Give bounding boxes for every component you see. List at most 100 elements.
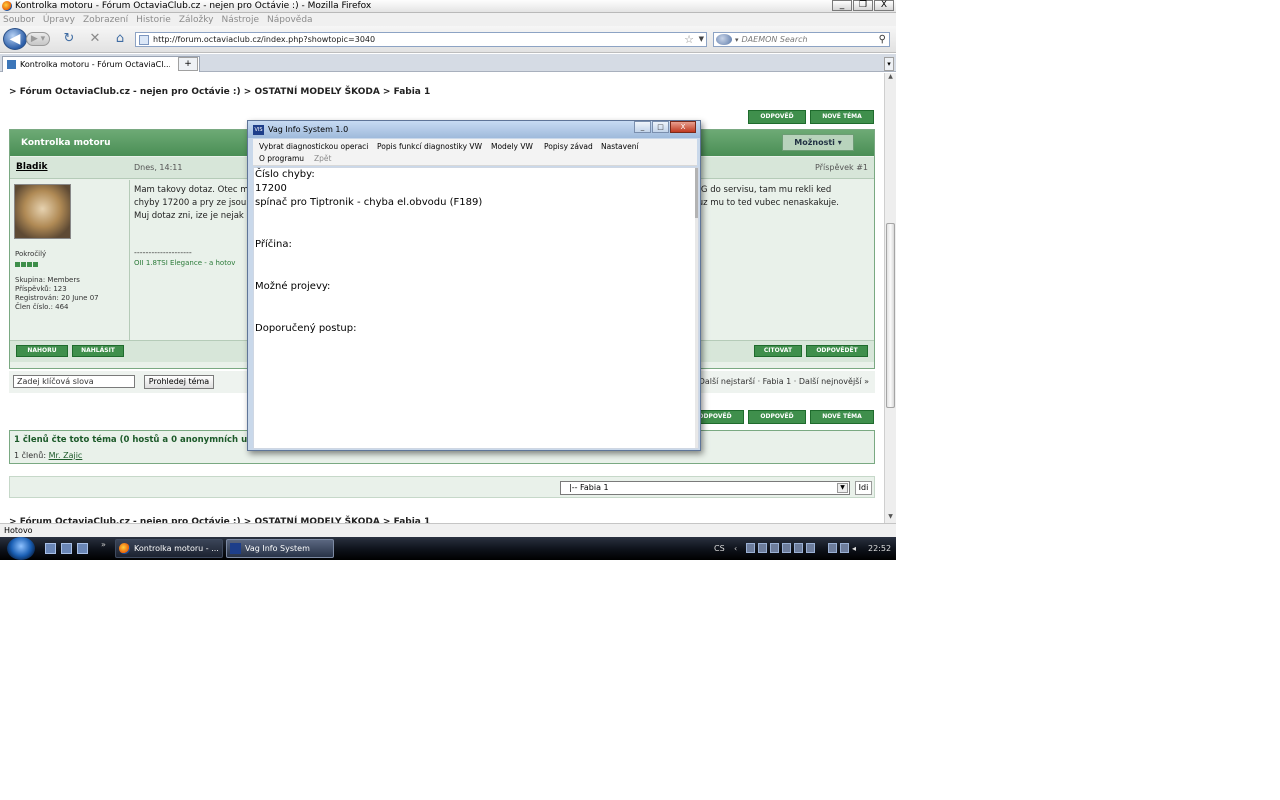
vag-menu-back[interactable]: Zpět	[314, 154, 331, 163]
send-reply-button[interactable]: ODPOVĚDĚT	[806, 345, 868, 357]
tab-bar: Kontrolka motoru - Fórum OctaviaCl... + …	[0, 54, 896, 72]
vag-menu-about[interactable]: O programu	[259, 154, 304, 163]
tray-icon[interactable]	[806, 543, 815, 553]
vag-minimize-button[interactable]: _	[634, 121, 651, 133]
network-icon[interactable]	[828, 543, 837, 553]
search-topic-button[interactable]: Prohledej téma	[144, 375, 214, 389]
quick-launch-more-icon[interactable]: »	[101, 540, 106, 549]
vag-menu-fault-descriptions[interactable]: Popisy závad	[544, 142, 593, 151]
top-button[interactable]: NAHORU	[16, 345, 68, 357]
report-button[interactable]: NAHLÁSIT	[72, 345, 124, 357]
language-indicator[interactable]: CS	[714, 540, 725, 557]
quick-launch-icon[interactable]	[77, 543, 88, 554]
url-dropdown-icon[interactable]: ▼	[699, 33, 704, 46]
tray-icon[interactable]	[794, 543, 803, 553]
vag-title-bar[interactable]: VIS Vag Info System 1.0 _ □ X	[248, 121, 700, 138]
show-desktop-icon[interactable]	[45, 543, 56, 554]
breadcrumb-path[interactable]: Fórum OctaviaClub.cz - nejen pro Octávie…	[20, 87, 431, 97]
quick-launch-icon[interactable]	[61, 543, 72, 554]
home-icon[interactable]: ⌂	[112, 32, 128, 48]
address-bar[interactable]: http://forum.octaviaclub.cz/index.php?sh…	[135, 32, 707, 47]
forum-jump-select[interactable]: |-- Fabia 1 ▼	[560, 481, 850, 495]
vag-menu-select-operation[interactable]: Vybrat diagnostickou operaci	[259, 142, 368, 151]
scroll-up-icon[interactable]: ▲	[885, 73, 896, 83]
menu-edit[interactable]: Úpravy	[43, 15, 75, 25]
tab-list-dropdown-icon[interactable]: ▾	[884, 57, 894, 71]
vag-menu-settings[interactable]: Nastavení	[601, 142, 639, 151]
taskbar-vag-button[interactable]: Vag Info System	[226, 539, 334, 558]
new-topic-button-bottom[interactable]: NOVÉ TÉMA	[810, 410, 874, 424]
vag-app-icon: VIS	[253, 124, 264, 135]
vag-maximize-button[interactable]: □	[652, 121, 669, 133]
taskbar-firefox-button[interactable]: Kontrolka motoru - ...	[115, 539, 223, 558]
site-favicon-icon	[139, 34, 149, 45]
go-button[interactable]: Idi	[855, 481, 872, 495]
bookmark-star-icon[interactable]: ☆	[684, 33, 694, 46]
vag-window-controls: _ □ X	[634, 121, 696, 133]
author-sidebar: Pokročilý Skupina: Members Příspěvků: 12…	[10, 180, 130, 340]
new-tab-button[interactable]: +	[178, 57, 198, 71]
tray-icon[interactable]	[782, 543, 791, 553]
page-scrollbar[interactable]: ▲ ▼	[884, 73, 896, 523]
keywords-input[interactable]: Zadej klíčová slova	[13, 375, 135, 388]
menu-bookmarks[interactable]: Záložky	[179, 15, 214, 25]
post-date: Dnes, 14:11	[134, 163, 183, 172]
options-button[interactable]: Možnosti ▾	[782, 134, 854, 151]
fault-code: 17200	[255, 183, 287, 194]
system-tray: CS ‹ ◂ 22:52	[710, 540, 896, 557]
vag-menu-models[interactable]: Modely VW	[491, 142, 533, 151]
reader-link[interactable]: Mr. Zajic	[49, 451, 83, 460]
vag-fault-detail: Číslo chyby: 17200 spínač pro Tiptronik …	[253, 167, 699, 449]
vag-scrollbar[interactable]	[695, 168, 698, 448]
quote-button[interactable]: CITOVAT	[754, 345, 802, 357]
engine-dropdown-icon[interactable]: ▾	[735, 36, 739, 44]
minimize-button[interactable]: _	[832, 0, 852, 11]
back-button[interactable]: ◀	[3, 28, 27, 50]
menu-history[interactable]: Historie	[136, 15, 171, 25]
menu-help[interactable]: Nápověda	[267, 15, 313, 25]
readers-members: 1 členů: Mr. Zajic	[14, 451, 82, 460]
tab-favicon-icon	[7, 60, 16, 69]
reply-button-top[interactable]: ODPOVĚĎ	[748, 110, 806, 124]
search-engine-icon[interactable]	[716, 34, 732, 45]
tray-expand-icon[interactable]: ‹	[734, 540, 737, 557]
chevron-down-icon[interactable]: ▼	[837, 483, 848, 493]
fault-symptoms-label: Možné projevy:	[255, 281, 331, 292]
taskbar: » Kontrolka motoru - ... Vag Info System…	[0, 537, 896, 560]
taskbar-firefox-label: Kontrolka motoru - ...	[134, 544, 219, 553]
browser-menu-bar: Soubor Úpravy Zobrazení Historie Záložky…	[0, 13, 896, 26]
restore-button[interactable]: ❐	[853, 0, 873, 11]
search-bar[interactable]: ▾ DAEMON Search ⚲	[713, 32, 890, 47]
reply-button-bottom[interactable]: ODPOVĚĎ	[748, 410, 806, 424]
user-rank: Pokročilý	[15, 250, 47, 258]
vag-menu-function-description[interactable]: Popis funkcí diagnostiky VW	[377, 142, 482, 151]
search-placeholder: DAEMON Search	[741, 35, 808, 44]
scrollbar-thumb[interactable]	[886, 223, 895, 408]
menu-view[interactable]: Zobrazení	[83, 15, 128, 25]
menu-tools[interactable]: Nástroje	[221, 15, 259, 25]
scroll-down-icon[interactable]: ▼	[885, 513, 896, 523]
forward-button[interactable]: ▶ ▾	[26, 32, 50, 46]
post-number[interactable]: Příspěvek #1	[815, 163, 868, 172]
post-author[interactable]: Bladik	[16, 162, 48, 172]
volume-icon[interactable]: ◂	[852, 540, 856, 557]
avatar	[14, 184, 71, 239]
new-topic-button-top[interactable]: NOVÉ TÉMA	[810, 110, 874, 124]
vag-close-button[interactable]: X	[670, 121, 696, 133]
vag-scrollbar-thumb[interactable]	[695, 168, 698, 218]
start-button[interactable]	[7, 537, 35, 560]
topic-navigation-links[interactable]: Další nejstarší · Fabia 1 · Další nejnov…	[699, 377, 869, 386]
tray-icon[interactable]	[770, 543, 779, 553]
close-button[interactable]: X	[874, 0, 894, 11]
tray-icon[interactable]	[758, 543, 767, 553]
tab-kontrolka-motoru[interactable]: Kontrolka motoru - Fórum OctaviaCl...	[2, 56, 200, 72]
menu-file[interactable]: Soubor	[3, 15, 35, 25]
fault-code-label: Číslo chyby:	[255, 169, 315, 180]
stop-icon[interactable]: ✕	[87, 32, 103, 48]
reload-icon[interactable]: ↻	[61, 32, 77, 48]
clock[interactable]: 22:52	[868, 540, 891, 557]
tray-icon[interactable]	[746, 543, 755, 553]
user-posts: Příspěvků: 123	[15, 285, 67, 293]
tray-icon[interactable]	[840, 543, 849, 553]
search-icon[interactable]: ⚲	[879, 33, 886, 46]
